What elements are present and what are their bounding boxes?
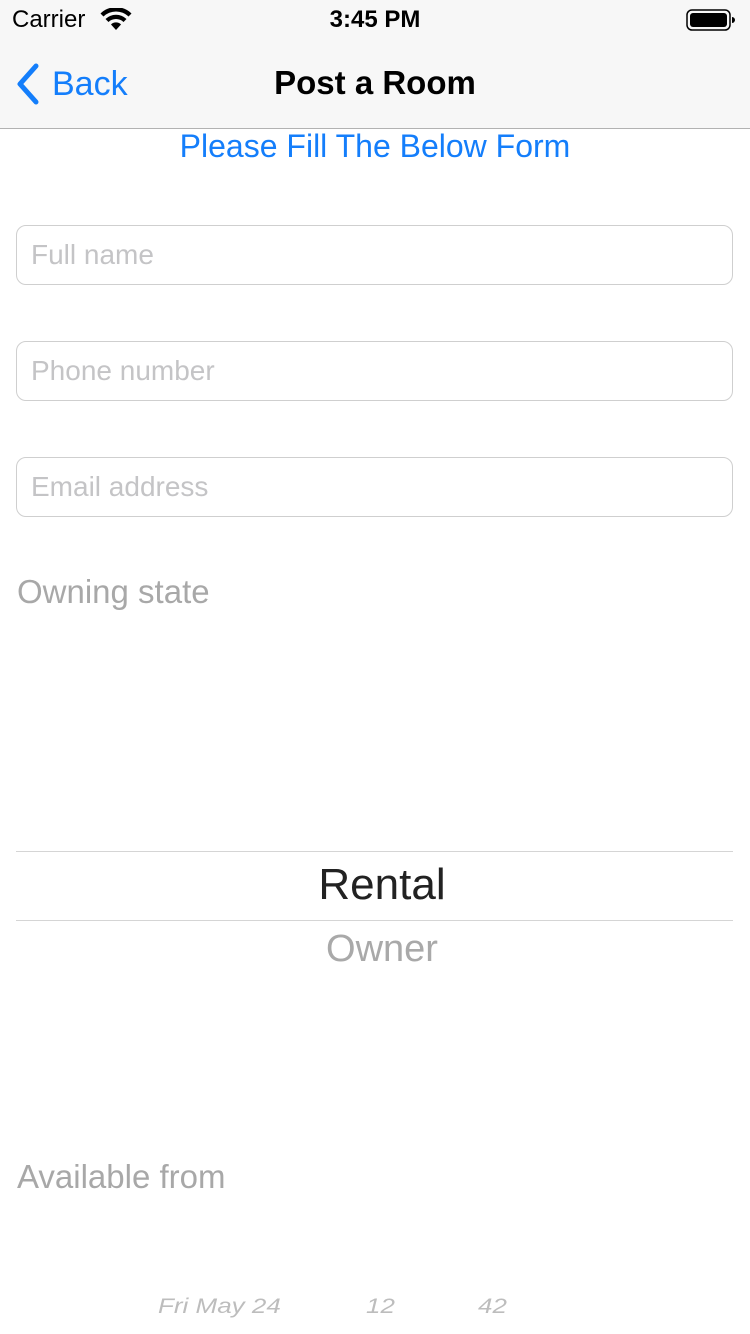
date-picker-hour[interactable]: 12: [366, 1294, 395, 1319]
owning-state-label: Owning state: [17, 573, 210, 610]
date-picker-minute[interactable]: 42: [478, 1294, 507, 1319]
form-heading: Please Fill The Below Form: [179, 128, 571, 164]
full-name-field[interactable]: [16, 225, 733, 285]
battery-icon: [686, 9, 735, 31]
picker-selection-bottom-line: [16, 920, 733, 921]
status-bar: Carrier 3:45 PM: [0, 0, 750, 40]
picker-option-owner[interactable]: Owner: [16, 928, 748, 971]
date-picker-day[interactable]: Fri May 24: [158, 1294, 281, 1319]
post-room-screen: Carrier 3:45 PM Back Post a Room Please …: [0, 0, 750, 1334]
available-from-label: Available from: [17, 1158, 226, 1195]
owning-state-picker[interactable]: Rental Owner: [16, 640, 733, 1140]
picker-option-rental[interactable]: Rental: [16, 860, 748, 910]
phone-number-field[interactable]: [16, 341, 733, 401]
status-time: 3:45 PM: [329, 6, 421, 33]
available-from-date-picker[interactable]: Fri May 24 12 42: [0, 1276, 750, 1334]
page-title: Post a Room: [274, 64, 476, 101]
navigation-bar: Back Post a Room: [0, 40, 750, 129]
email-address-field[interactable]: [16, 457, 733, 517]
picker-selection-top-line: [16, 851, 733, 852]
